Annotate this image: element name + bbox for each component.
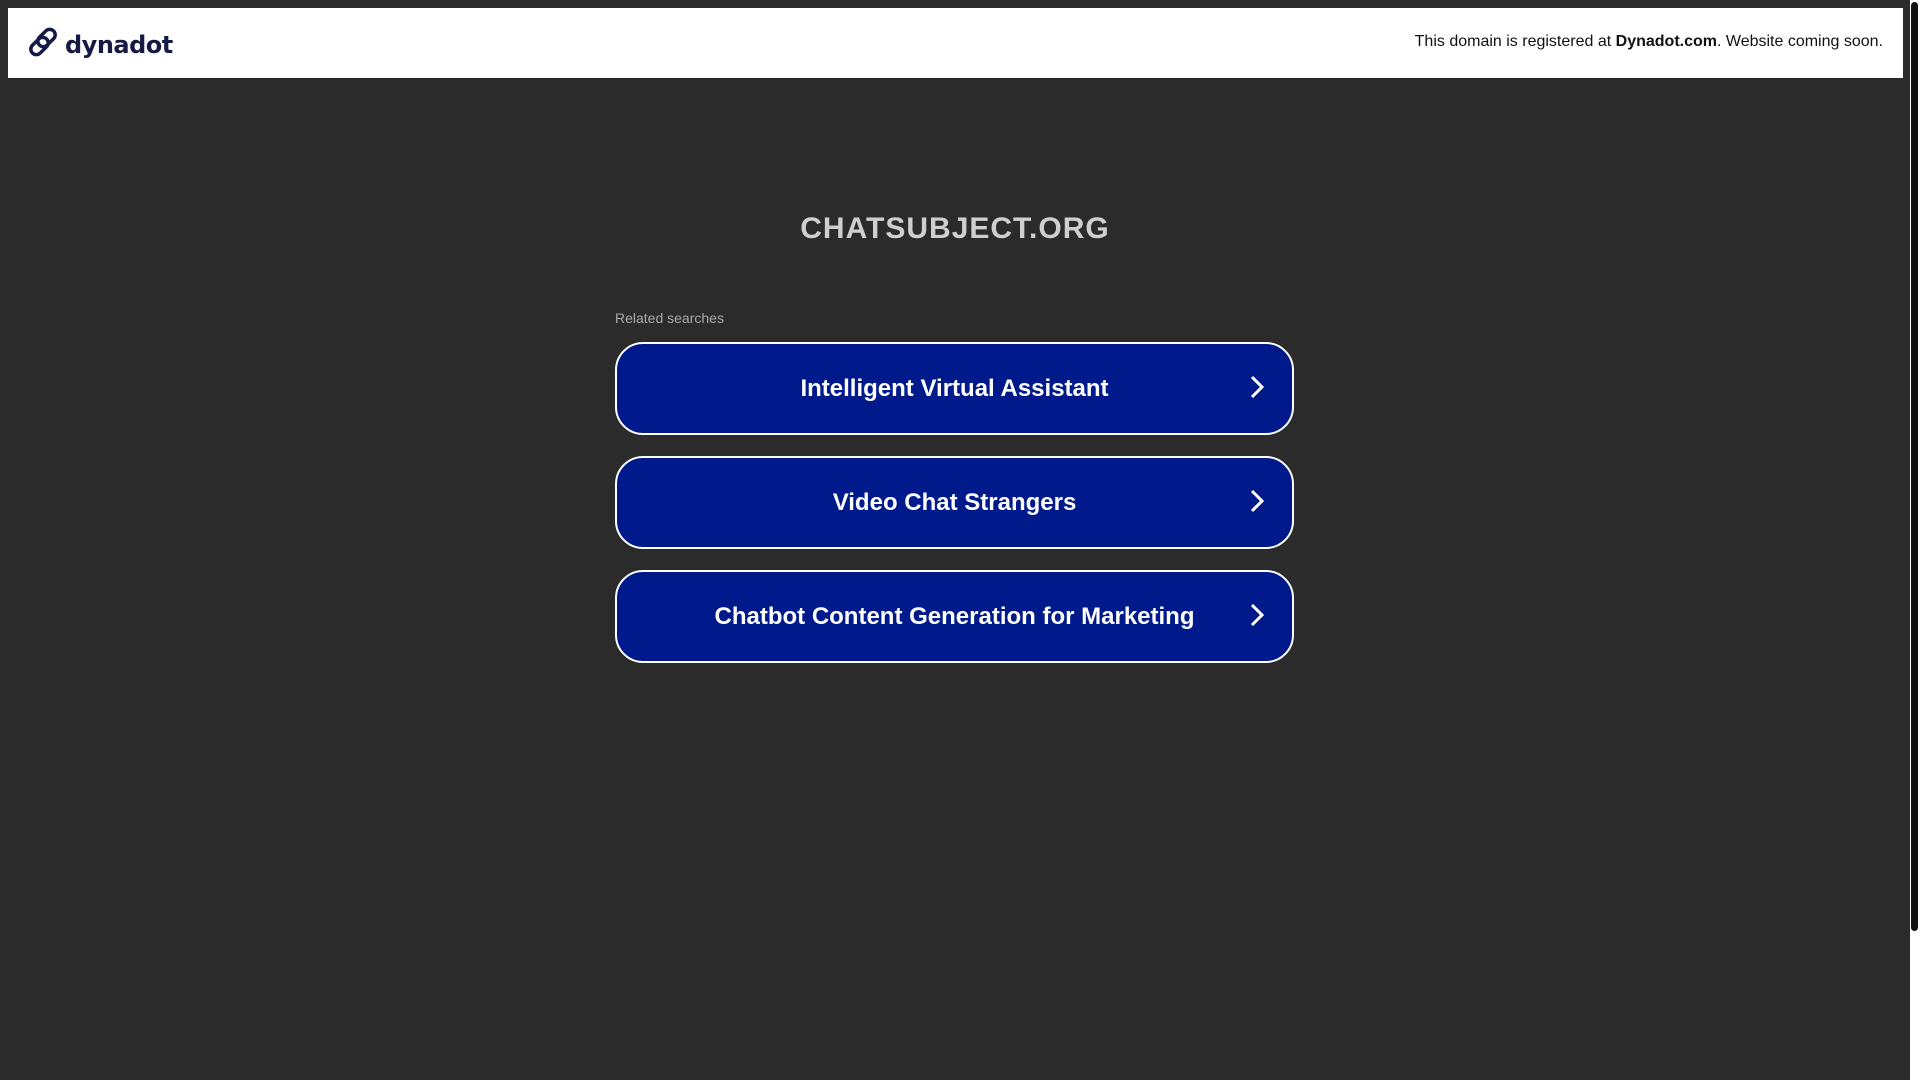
domain-title: CHATSUBJECT.ORG <box>800 212 1110 245</box>
related-search-link[interactable]: Video Chat Strangers <box>615 456 1294 549</box>
dynadot-link[interactable]: Dynadot.com <box>1616 33 1717 50</box>
related-search-link[interactable]: Intelligent Virtual Assistant <box>615 342 1294 435</box>
related-searches-label: Related searches <box>615 310 724 326</box>
chevron-right-icon <box>1250 603 1265 634</box>
scrollbar[interactable] <box>1910 0 1920 1080</box>
scrollbar-thumb[interactable] <box>1911 2 1918 931</box>
registration-notice: This domain is registered at Dynadot.com… <box>1415 33 1883 51</box>
chevron-right-icon <box>1250 489 1265 520</box>
chevron-right-icon <box>1250 375 1265 406</box>
logo-text: dynadot <box>65 30 173 59</box>
link-label: Intelligent Virtual Assistant <box>800 374 1109 402</box>
dynadot-logo[interactable]: dynadot <box>27 26 173 63</box>
link-label: Video Chat Strangers <box>832 488 1077 516</box>
link-label: Chatbot Content Generation for Marketing <box>714 602 1195 630</box>
notice-suffix: . Website coming soon. <box>1716 33 1883 50</box>
top-banner: dynadot This domain is registered at Dyn… <box>8 8 1903 78</box>
chain-link-icon <box>27 26 59 63</box>
notice-prefix: This domain is registered at <box>1414 33 1616 50</box>
related-search-link[interactable]: Chatbot Content Generation for Marketing <box>615 570 1294 663</box>
